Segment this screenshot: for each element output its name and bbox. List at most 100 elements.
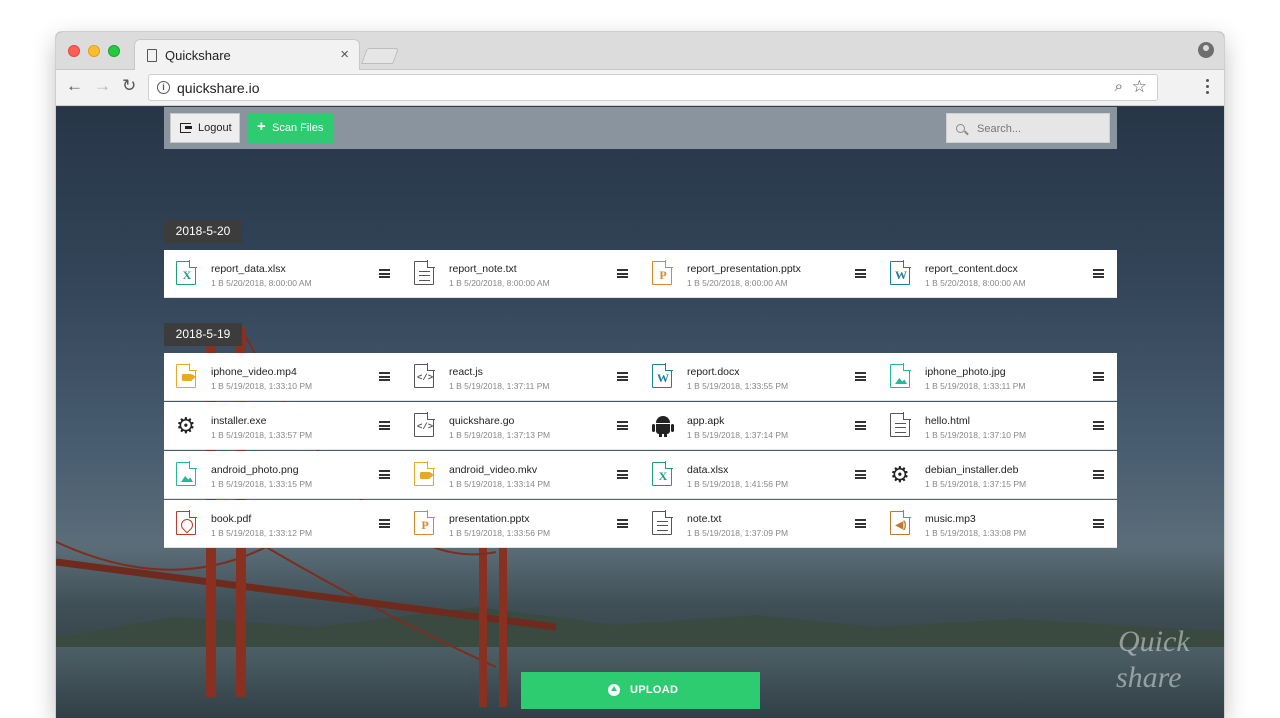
file-name[interactable]: app.apk — [687, 415, 724, 427]
file-menu-icon[interactable] — [379, 470, 390, 479]
file-name[interactable]: report_data.xlsx — [211, 263, 286, 275]
file-item[interactable]: note.txt 1 B 5/19/2018, 1:37:09 PM — [640, 500, 878, 548]
file-name[interactable]: iphone_video.mp4 — [211, 366, 297, 378]
file-menu-icon[interactable] — [1093, 421, 1104, 430]
file-item[interactable]: android_video.mkv 1 B 5/19/2018, 1:33:14 … — [402, 451, 640, 499]
browser-toolbar: ← → ↻ i quickshare.io ⌕ ☆ — [56, 70, 1224, 106]
excel-file-icon: X — [176, 260, 198, 287]
file-menu-icon[interactable] — [617, 470, 628, 479]
file-item[interactable]: android_photo.png 1 B 5/19/2018, 1:33:15 … — [164, 451, 402, 499]
file-name[interactable]: report_content.docx — [925, 263, 1018, 275]
file-name[interactable]: android_video.mkv — [449, 464, 537, 476]
search-input[interactable] — [977, 121, 1102, 137]
browser-menu-icon[interactable] — [1206, 79, 1210, 97]
minimize-window-button[interactable] — [88, 45, 100, 57]
file-menu-icon[interactable] — [1093, 372, 1104, 381]
file-name[interactable]: report_presentation.pptx — [687, 263, 801, 275]
file-name[interactable]: debian_installer.deb — [925, 464, 1018, 476]
file-item[interactable]: iphone_photo.jpg 1 B 5/19/2018, 1:33:11 P… — [878, 353, 1116, 401]
logout-button[interactable]: Logout — [170, 113, 240, 143]
tab-title: Quickshare — [165, 48, 231, 63]
file-meta: 1 B 5/19/2018, 1:33:55 PM — [687, 381, 789, 391]
file-menu-icon[interactable] — [1093, 269, 1104, 278]
file-name[interactable]: iphone_photo.jpg — [925, 366, 1006, 378]
file-item[interactable]: ⚙ installer.exe 1 B 5/19/2018, 1:33:57 PM — [164, 402, 402, 450]
file-name[interactable]: react.js — [449, 366, 483, 378]
file-name[interactable]: hello.html — [925, 415, 970, 427]
browser-window: Quickshare × ← → ↻ i quickshare.io ⌕ ☆ L… — [56, 32, 1224, 718]
file-menu-icon[interactable] — [379, 269, 390, 278]
scan-files-label: Scan Files — [272, 122, 324, 134]
file-menu-icon[interactable] — [1093, 519, 1104, 528]
file-name[interactable]: note.txt — [687, 513, 721, 525]
powerpoint-file-icon: P — [652, 260, 674, 287]
file-menu-icon[interactable] — [855, 269, 866, 278]
file-menu-icon[interactable] — [617, 519, 628, 528]
file-item[interactable]: Ppresentation.pptx 1 B 5/19/2018, 1:33:56… — [402, 500, 640, 548]
file-menu-icon[interactable] — [855, 421, 866, 430]
file-meta: 1 B 5/19/2018, 1:37:15 PM — [925, 479, 1027, 489]
file-item[interactable]: report_note.txt 1 B 5/20/2018, 8:00:00 AM — [402, 250, 640, 298]
file-item[interactable]: ◀) music.mp3 1 B 5/19/2018, 1:33:08 PM — [878, 500, 1116, 548]
file-item[interactable]: app.apk 1 B 5/19/2018, 1:37:14 PM — [640, 402, 878, 450]
file-name[interactable]: android_photo.png — [211, 464, 299, 476]
file-item[interactable]: </> react.js 1 B 5/19/2018, 1:37:11 PM — [402, 353, 640, 401]
new-tab-button[interactable] — [361, 48, 399, 64]
file-item[interactable]: </> quickshare.go 1 B 5/19/2018, 1:37:13 P… — [402, 402, 640, 450]
file-name[interactable]: quickshare.go — [449, 415, 514, 427]
file-name[interactable]: presentation.pptx — [449, 513, 530, 525]
logout-label: Logout — [198, 122, 232, 134]
file-name[interactable]: installer.exe — [211, 415, 266, 427]
file-menu-icon[interactable] — [855, 470, 866, 479]
file-menu-icon[interactable] — [855, 372, 866, 381]
file-menu-icon[interactable] — [379, 519, 390, 528]
file-menu-icon[interactable] — [617, 421, 628, 430]
file-menu-icon[interactable] — [855, 519, 866, 528]
file-meta: 1 B 5/19/2018, 1:33:11 PM — [925, 381, 1026, 391]
file-name[interactable]: music.mp3 — [925, 513, 976, 525]
close-window-button[interactable] — [68, 45, 80, 57]
file-item[interactable]: hello.html 1 B 5/19/2018, 1:37:10 PM — [878, 402, 1116, 450]
file-menu-icon[interactable] — [617, 372, 628, 381]
word-file-icon: W — [652, 363, 674, 390]
code-file-icon: </> — [414, 412, 436, 439]
file-meta: 1 B 5/20/2018, 8:00:00 AM — [449, 278, 550, 288]
code-file-icon: </> — [414, 363, 436, 390]
file-item[interactable]: Xdata.xlsx 1 B 5/19/2018, 1:41:56 PM — [640, 451, 878, 499]
file-menu-icon[interactable] — [1093, 470, 1104, 479]
file-item[interactable]: book.pdf 1 B 5/19/2018, 1:33:12 PM — [164, 500, 402, 548]
reload-icon[interactable]: ↻ — [122, 76, 136, 96]
profile-icon[interactable] — [1198, 42, 1214, 58]
file-meta: 1 B 5/19/2018, 1:33:08 PM — [925, 528, 1027, 538]
file-item[interactable]: iphone_video.mp4 1 B 5/19/2018, 1:33:10 P… — [164, 353, 402, 401]
file-item[interactable]: Wreport.docx 1 B 5/19/2018, 1:33:55 PM — [640, 353, 878, 401]
file-menu-icon[interactable] — [617, 269, 628, 278]
forward-arrow-icon[interactable]: → — [94, 76, 111, 96]
search-box[interactable] — [946, 113, 1110, 143]
file-item[interactable]: Wreport_content.docx 1 B 5/20/2018, 8:00:… — [878, 250, 1116, 298]
back-arrow-icon[interactable]: ← — [66, 76, 83, 96]
tab-close-icon[interactable]: × — [340, 46, 349, 63]
file-meta: 1 B 5/19/2018, 1:33:14 PM — [449, 479, 551, 489]
file-item[interactable]: Xreport_data.xlsx 1 B 5/20/2018, 8:00:00 … — [164, 250, 402, 298]
browser-tab[interactable]: Quickshare × — [134, 39, 360, 71]
file-menu-icon[interactable] — [379, 421, 390, 430]
date-group-label: 2018-5-20 — [164, 220, 242, 243]
info-icon[interactable]: i — [157, 81, 170, 94]
image-file-icon — [176, 461, 198, 488]
file-item[interactable]: ⚙ debian_installer.deb 1 B 5/19/2018, 1:37… — [878, 451, 1116, 499]
zoom-icon[interactable]: ⌕ — [1115, 78, 1123, 95]
address-bar[interactable]: i quickshare.io ⌕ ☆ — [148, 74, 1158, 101]
file-item[interactable]: Preport_presentation.pptx 1 B 5/20/2018, … — [640, 250, 878, 298]
bookmark-star-icon[interactable]: ☆ — [1132, 77, 1147, 97]
file-menu-icon[interactable] — [379, 372, 390, 381]
file-name[interactable]: data.xlsx — [687, 464, 728, 476]
upload-button[interactable]: UPLOAD — [521, 672, 760, 709]
scan-files-button[interactable]: + Scan Files — [247, 113, 333, 143]
file-name[interactable]: book.pdf — [211, 513, 251, 525]
file-name[interactable]: report_note.txt — [449, 263, 517, 275]
url-text[interactable]: quickshare.io — [177, 80, 260, 96]
maximize-window-button[interactable] — [108, 45, 120, 57]
text-file-icon — [652, 510, 674, 537]
file-name[interactable]: report.docx — [687, 366, 740, 378]
